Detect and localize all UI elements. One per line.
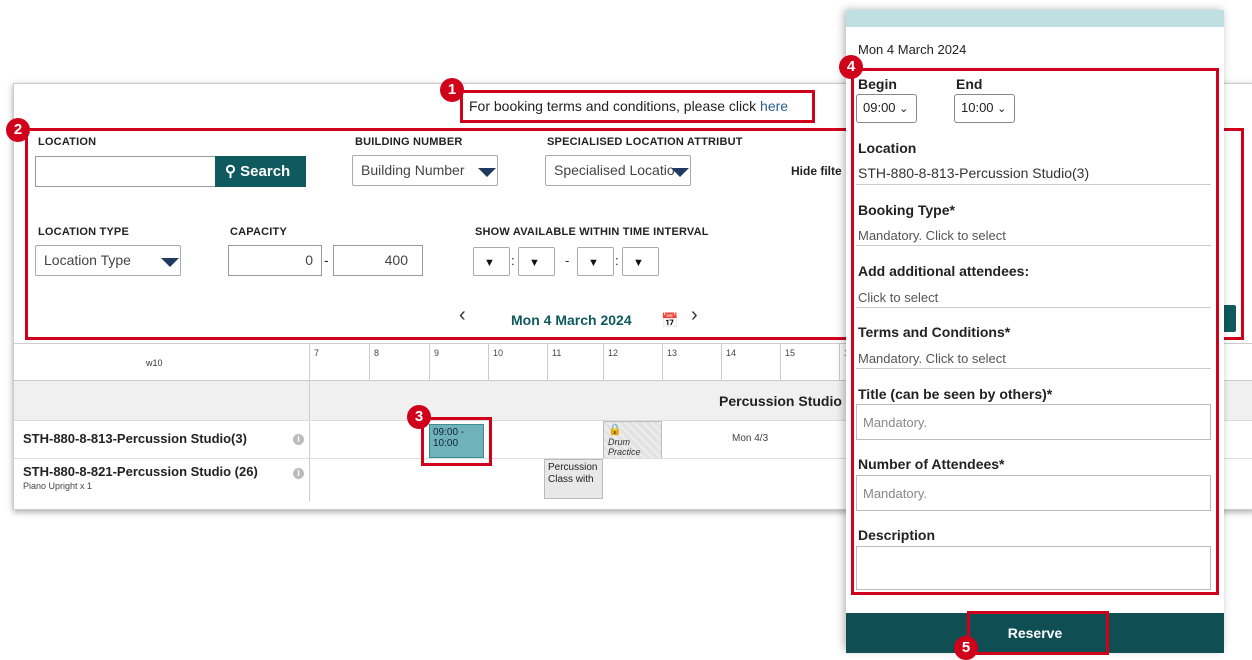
step-badge: 4 bbox=[839, 55, 863, 79]
week-header: w10 bbox=[14, 344, 310, 380]
room-name[interactable]: STH-880-8-813-Percussion Studio(3) bbox=[23, 431, 247, 446]
hour-label: 8 bbox=[369, 344, 429, 380]
booking-label: Drum Practice bbox=[608, 437, 641, 457]
lock-icon: 🔒 bbox=[608, 424, 622, 436]
hour-label: 12 bbox=[603, 344, 662, 380]
percussion-class-booking[interactable]: Percussion Class with bbox=[544, 459, 603, 499]
info-icon[interactable]: i bbox=[293, 434, 304, 445]
info-icon[interactable]: i bbox=[293, 468, 304, 479]
highlight-box-terms bbox=[460, 90, 815, 123]
hour-label: 7 bbox=[309, 344, 369, 380]
step-badge: 1 bbox=[440, 78, 464, 102]
hour-label: 13 bbox=[662, 344, 721, 380]
panel-date: Mon 4 March 2024 bbox=[858, 42, 967, 57]
section-title: Percussion Studio bbox=[719, 393, 842, 409]
step-badge: 3 bbox=[407, 405, 431, 429]
panel-header-bar bbox=[846, 10, 1224, 27]
room-feature: Piano Upright x 1 bbox=[23, 481, 93, 491]
highlight-box-slot bbox=[421, 417, 492, 466]
hour-label: 10 bbox=[488, 344, 547, 380]
step-badge: 5 bbox=[954, 636, 978, 660]
week-number: w10 bbox=[146, 358, 163, 368]
room-name[interactable]: STH-880-8-821-Percussion Studio (26) bbox=[23, 464, 258, 479]
step-badge: 2 bbox=[6, 118, 30, 142]
drum-practice-booking[interactable]: 🔒 Drum Practice bbox=[603, 421, 662, 459]
hour-label: 14 bbox=[721, 344, 780, 380]
highlight-box-reserve bbox=[967, 611, 1109, 655]
highlight-box-form bbox=[851, 68, 1219, 595]
hour-label: 9 bbox=[429, 344, 488, 380]
hour-label: 11 bbox=[547, 344, 603, 380]
hour-label: 15 bbox=[780, 344, 839, 380]
day-label: Mon 4/3 bbox=[732, 433, 769, 444]
reservation-panel: Mon 4 March 2024 Begin End 09:00 ⌄ 10:00… bbox=[839, 10, 1224, 660]
